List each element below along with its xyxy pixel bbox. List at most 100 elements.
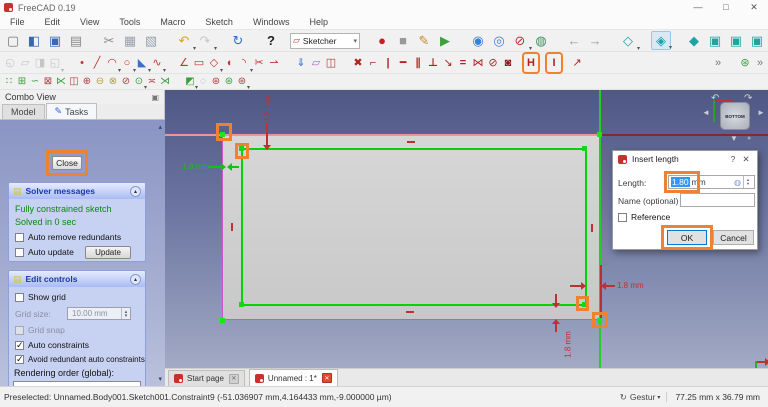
join-curves-icon[interactable]: ≍: [146, 75, 158, 89]
increase-knot-multiplicity-icon[interactable]: ⊗: [107, 75, 119, 89]
create-slot-icon[interactable]: ◖: [222, 54, 236, 72]
sketcher-edit-tools-icon[interactable]: ⊛: [738, 54, 752, 72]
unit-globe-icon[interactable]: ◍: [734, 178, 741, 187]
sketcher-settings-icon[interactable]: ⊛: [223, 75, 235, 89]
show-bspline-comb-icon[interactable]: ∽: [29, 75, 41, 89]
horizontal-constraint-icon[interactable]: [407, 141, 415, 143]
fit-all-icon[interactable]: ◉: [468, 31, 488, 50]
print-icon[interactable]: ▤: [66, 31, 86, 50]
paste-icon[interactable]: ▧: [141, 31, 161, 50]
save-icon[interactable]: ▣: [45, 31, 65, 50]
menu-item[interactable]: Help: [299, 17, 338, 27]
constrain-block-icon[interactable]: ⊘: [486, 54, 500, 72]
constrain-distance-x-icon[interactable]: H: [524, 54, 538, 72]
create-point-icon[interactable]: •: [75, 54, 89, 72]
increase-bspline-degree-icon[interactable]: ⊕: [81, 75, 93, 89]
tab-model[interactable]: Model: [2, 104, 45, 119]
vertical-constraint-icon[interactable]: [591, 224, 593, 232]
constrain-perpendicular-icon[interactable]: ⊥: [426, 54, 440, 72]
minimize-button[interactable]: —: [684, 2, 712, 13]
show-bspline-degree-icon[interactable]: ∷: [3, 75, 15, 89]
viewport-3d[interactable]: 1.8 mm 1.8 mm 1.8 mm 1.8 mm ↶ ↷ ◄ ► BO: [165, 90, 768, 368]
scroll-up-icon[interactable]: ▴: [158, 123, 162, 131]
menu-item[interactable]: Edit: [35, 17, 71, 27]
create-polygon-icon[interactable]: ◇: [207, 54, 221, 72]
nav-left-icon[interactable]: ◄: [702, 108, 710, 117]
nav-forward-icon[interactable]: →: [585, 31, 605, 50]
create-circle-icon[interactable]: ○: [120, 54, 134, 72]
navigation-cube[interactable]: ↶ ↷ ◄ ► BOTTOM ▼ ●: [700, 90, 768, 148]
constrain-point-on-object-icon[interactable]: ⌐: [366, 54, 380, 72]
toolbar-overflow-icon[interactable]: »: [711, 54, 725, 72]
select-elements-icon[interactable]: ⋊: [159, 75, 171, 89]
nav-down-icon[interactable]: ▼: [730, 134, 738, 143]
view-isometric-icon[interactable]: ◆: [684, 31, 704, 50]
constrain-horizontal-icon[interactable]: ━: [396, 54, 410, 72]
constrain-lock-icon[interactable]: ◙: [501, 54, 515, 72]
view-right-icon[interactable]: ▣: [747, 31, 767, 50]
collapse-icon[interactable]: ▴: [130, 274, 141, 285]
carbon-copy-icon[interactable]: ▱: [309, 54, 323, 72]
redo-icon[interactable]: ↷: [195, 31, 215, 50]
update-button[interactable]: Update: [85, 246, 131, 259]
sketch-vertex[interactable]: [582, 146, 587, 151]
view-top-icon[interactable]: ▣: [726, 31, 746, 50]
nav-dot-icon[interactable]: ●: [747, 135, 751, 142]
external-geometry-icon[interactable]: ⇓: [294, 54, 308, 72]
close-window-button[interactable]: ✕: [740, 2, 768, 13]
nav-cube-face[interactable]: BOTTOM: [720, 102, 750, 130]
create-conic-icon[interactable]: ◣: [135, 54, 149, 72]
show-bspline-control-polygon-icon[interactable]: ⊞: [16, 75, 28, 89]
name-input[interactable]: [680, 193, 755, 207]
macro-edit-icon[interactable]: ✎: [414, 31, 434, 50]
sketch-rectangle[interactable]: [241, 148, 587, 306]
draw-style-icon[interactable]: ⊘: [510, 31, 530, 50]
show-bspline-knot-multiplicity-icon[interactable]: ⊠: [42, 75, 54, 89]
tab-tasks[interactable]: ✎ Tasks: [46, 103, 98, 119]
zoom-tool-icon[interactable]: ◈: [651, 31, 671, 50]
show-grid-checkbox[interactable]: [15, 293, 24, 302]
menu-item[interactable]: Macro: [150, 17, 195, 27]
create-rectangle-icon[interactable]: ▭: [192, 54, 206, 72]
internal-geometry-icon[interactable]: ⊛: [210, 75, 222, 89]
macro-record-icon[interactable]: ●: [372, 31, 392, 50]
constrain-distance-icon[interactable]: ↗: [570, 54, 584, 72]
decrease-knot-multiplicity-icon[interactable]: ⊘: [120, 75, 132, 89]
dimension-label-bottom[interactable]: 1.8 mm: [564, 328, 573, 362]
cancel-button[interactable]: Cancel: [713, 230, 754, 245]
nav-style-selector[interactable]: ↻ Gestur ▾: [620, 392, 661, 403]
menu-item[interactable]: File: [0, 17, 35, 27]
zoom-box-icon[interactable]: ◎: [489, 31, 509, 50]
constrain-distance-y-icon[interactable]: I: [547, 54, 561, 72]
switch-virtual-space-icon[interactable]: ◩: [184, 75, 196, 89]
convert-to-bspline-icon[interactable]: ◫: [68, 75, 80, 89]
menu-item[interactable]: Sketch: [195, 17, 243, 27]
dimension-label-top[interactable]: 1.8 mm: [263, 92, 272, 126]
reorient-sketch-icon[interactable]: ◱: [48, 54, 62, 72]
nav-right-icon[interactable]: ►: [757, 108, 765, 117]
rendering-order-icon[interactable]: ⊛: [236, 75, 248, 89]
document-tab[interactable]: Start page ✕: [168, 370, 245, 386]
nav-back-icon[interactable]: ←: [564, 31, 584, 50]
whats-this-icon[interactable]: ?: [261, 31, 281, 50]
toolbar-overflow-icon[interactable]: »: [753, 54, 767, 72]
workbench-selector[interactable]: ▱ Sketcher ▾: [290, 33, 360, 49]
extend-edge-icon[interactable]: ⇀: [267, 54, 281, 72]
create-arc-icon[interactable]: ◠: [105, 54, 119, 72]
create-polyline-icon[interactable]: ∠: [177, 54, 191, 72]
close-tab-icon[interactable]: ✕: [322, 373, 332, 383]
create-fillet-icon[interactable]: ◝: [237, 54, 251, 72]
dimension-label-right[interactable]: 1.8 mm: [617, 281, 644, 290]
constrain-equal-icon[interactable]: =: [456, 54, 470, 72]
textured-view-icon[interactable]: ◍: [531, 31, 551, 50]
view-axonometric-icon[interactable]: ◇: [618, 31, 638, 50]
new-file-icon[interactable]: ▢: [3, 31, 23, 50]
auto-update-checkbox[interactable]: [15, 248, 24, 257]
constrain-symmetric-icon[interactable]: ⋈: [471, 54, 485, 72]
show-bspline-pole-weight-icon[interactable]: ⋉: [55, 75, 67, 89]
cut-icon[interactable]: ✂: [99, 31, 119, 50]
scroll-down-icon[interactable]: ▾: [158, 375, 162, 383]
grid-snap-checkbox[interactable]: [15, 326, 24, 335]
menu-item[interactable]: Windows: [243, 17, 300, 27]
constrain-tangent-icon[interactable]: ↘: [441, 54, 455, 72]
